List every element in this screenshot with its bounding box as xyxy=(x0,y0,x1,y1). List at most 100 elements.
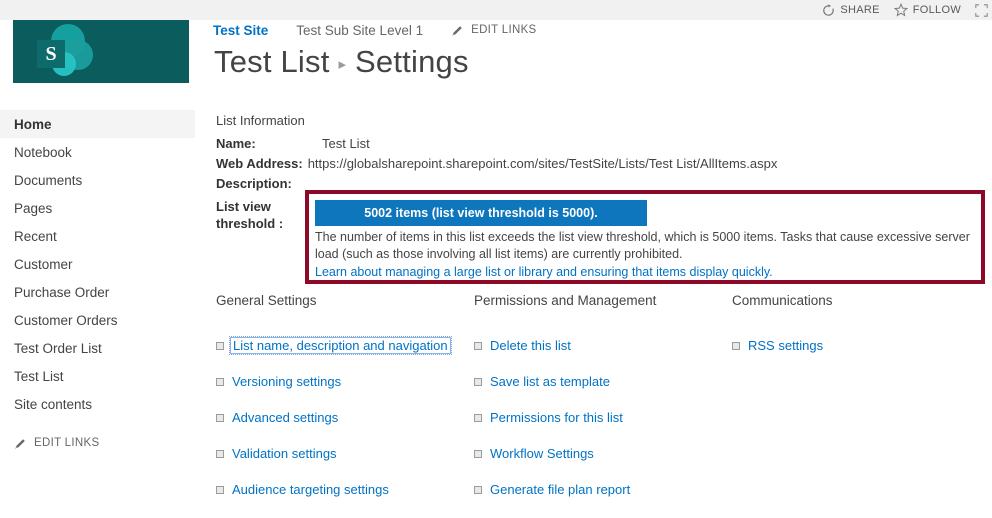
web-address-label: Web Address: xyxy=(216,156,308,171)
link-permissions-for-this-list[interactable]: Permissions for this list xyxy=(490,410,623,425)
list-name-label: Name: xyxy=(216,136,322,151)
logo-letter: S xyxy=(37,40,65,68)
setting-link-row: List name, description and navigation xyxy=(216,338,474,353)
site-logo[interactable]: S xyxy=(13,20,189,83)
setting-link-row: Audience targeting settings xyxy=(216,482,474,497)
sidebar-item-label: Documents xyxy=(14,173,82,188)
column-permissions-and-management: Permissions and Management Delete this l… xyxy=(474,293,732,518)
sidebar-item-label: Customer xyxy=(14,257,73,272)
share-label: SHARE xyxy=(840,4,879,16)
threshold-count-button[interactable]: 5002 items (list view threshold is 5000)… xyxy=(315,200,647,226)
threshold-warning-text: The number of items in this list exceeds… xyxy=(315,229,975,263)
sidebar-item-label: Notebook xyxy=(14,145,72,160)
sharepoint-list-settings-page: SHARE FOLLOW S Test Si xyxy=(0,0,992,518)
link-validation-settings[interactable]: Validation settings xyxy=(232,446,337,461)
link-audience-targeting-settings[interactable]: Audience targeting settings xyxy=(232,482,389,497)
sidebar-item-documents[interactable]: Documents xyxy=(0,166,195,194)
link-rss-settings[interactable]: RSS settings xyxy=(748,338,823,353)
sidebar-item-label: Purchase Order xyxy=(14,285,109,300)
column-general-settings: General Settings List name, description … xyxy=(216,293,474,518)
column-heading: Permissions and Management xyxy=(474,293,732,308)
link-workflow-settings[interactable]: Workflow Settings xyxy=(490,446,594,461)
list-view-threshold-warning: 5002 items (list view threshold is 5000)… xyxy=(305,190,985,284)
setting-link-row: Generate file plan report xyxy=(474,482,732,497)
setting-link-row: Advanced settings xyxy=(216,410,474,425)
sidebar-item-customer-orders[interactable]: Customer Orders xyxy=(0,306,195,334)
sidebar-item-pages[interactable]: Pages xyxy=(0,194,195,222)
title-separator-icon: ▸ xyxy=(339,55,347,73)
setting-link-row: RSS settings xyxy=(732,338,990,353)
sidebar-item-recent[interactable]: Recent xyxy=(0,222,195,250)
sharepoint-logo-icon: S xyxy=(35,24,101,80)
list-view-threshold-label: List view threshold : xyxy=(216,198,300,232)
description-label: Description: xyxy=(216,176,292,191)
list-information-section: List Information Name: Test List Web Add… xyxy=(216,113,777,196)
setting-link-row: Permissions for this list xyxy=(474,410,732,425)
sidebar-item-notebook[interactable]: Notebook xyxy=(0,138,195,166)
list-name-value: Test List xyxy=(322,136,370,151)
topnav-item-test-sub-site-level-1[interactable]: Test Sub Site Level 1 xyxy=(296,23,423,38)
sidebar-item-test-order-list[interactable]: Test Order List xyxy=(0,334,195,362)
sidebar-item-label: Test Order List xyxy=(14,341,102,356)
web-address-value: https://globalsharepoint.sharepoint.com/… xyxy=(308,156,778,171)
top-navigation: Test Site Test Sub Site Level 1 EDIT LIN… xyxy=(213,20,537,40)
column-communications: Communications RSS settings xyxy=(732,293,990,518)
star-icon xyxy=(894,3,908,17)
setting-link-row: Delete this list xyxy=(474,338,732,353)
setting-link-row: Workflow Settings xyxy=(474,446,732,461)
page-title-sub: Settings xyxy=(355,44,469,80)
bullet-icon xyxy=(216,378,224,386)
bullet-icon xyxy=(216,486,224,494)
sidebar-item-customer[interactable]: Customer xyxy=(0,250,195,278)
bullet-icon xyxy=(216,450,224,458)
bullet-icon xyxy=(474,414,482,422)
link-delete-this-list[interactable]: Delete this list xyxy=(490,338,571,353)
setting-link-row: Versioning settings xyxy=(216,374,474,389)
pencil-icon xyxy=(451,24,464,37)
follow-label: FOLLOW xyxy=(913,4,961,16)
threshold-learn-more-link[interactable]: Learn about managing a large list or lib… xyxy=(315,264,975,281)
settings-columns: General Settings List name, description … xyxy=(216,293,992,518)
setting-link-row: Validation settings xyxy=(216,446,474,461)
sidebar-item-label: Recent xyxy=(14,229,57,244)
topnav-item-test-site[interactable]: Test Site xyxy=(213,23,268,38)
sidebar-item-purchase-order[interactable]: Purchase Order xyxy=(0,278,195,306)
topnav-edit-links-button[interactable]: EDIT LINKS xyxy=(451,24,536,37)
column-heading: Communications xyxy=(732,293,990,308)
link-list-name-description-and-navigation[interactable]: List name, description and navigation xyxy=(230,337,451,354)
link-advanced-settings[interactable]: Advanced settings xyxy=(232,410,338,425)
sidebar-item-home[interactable]: Home xyxy=(0,110,195,138)
web-address-row: Web Address: https://globalsharepoint.sh… xyxy=(216,156,777,174)
sidebar-navigation: Home Notebook Documents Pages Recent Cus… xyxy=(0,110,195,456)
column-heading: General Settings xyxy=(216,293,474,308)
list-name-row: Name: Test List xyxy=(216,136,777,154)
share-button[interactable]: SHARE xyxy=(822,4,879,17)
page-title-main[interactable]: Test List xyxy=(214,44,330,80)
sidebar-edit-links-label: EDIT LINKS xyxy=(34,437,99,449)
bullet-icon xyxy=(216,414,224,422)
setting-link-row: Save list as template xyxy=(474,374,732,389)
list-information-heading: List Information xyxy=(216,113,777,128)
bullet-icon xyxy=(474,342,482,350)
follow-button[interactable]: FOLLOW xyxy=(894,3,961,17)
bullet-icon xyxy=(474,486,482,494)
bullet-icon xyxy=(216,342,224,350)
bullet-icon xyxy=(732,342,740,350)
share-icon xyxy=(822,4,835,17)
sidebar-item-label: Test List xyxy=(14,369,64,384)
pencil-icon xyxy=(14,437,27,450)
sidebar-item-label: Home xyxy=(14,117,52,132)
topnav-edit-links-label: EDIT LINKS xyxy=(471,24,536,36)
link-generate-file-plan-report[interactable]: Generate file plan report xyxy=(490,482,630,497)
focus-on-content-icon xyxy=(975,4,988,17)
link-save-list-as-template[interactable]: Save list as template xyxy=(490,374,610,389)
sidebar-item-label: Customer Orders xyxy=(14,313,118,328)
sidebar-edit-links-button[interactable]: EDIT LINKS xyxy=(0,430,195,456)
sidebar-item-test-list[interactable]: Test List xyxy=(0,362,195,390)
sidebar-item-site-contents[interactable]: Site contents xyxy=(0,390,195,418)
focus-on-content-button[interactable] xyxy=(975,4,988,17)
sidebar-item-label: Site contents xyxy=(14,397,92,412)
link-versioning-settings[interactable]: Versioning settings xyxy=(232,374,341,389)
suite-bar: SHARE FOLLOW xyxy=(0,0,992,20)
sidebar-item-label: Pages xyxy=(14,201,52,216)
